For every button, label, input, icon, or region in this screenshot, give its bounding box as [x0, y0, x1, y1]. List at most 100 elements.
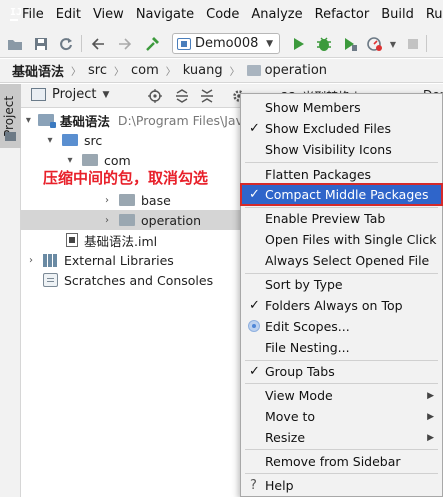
menu-analyze[interactable]: Analyze — [245, 0, 308, 29]
sync-icon[interactable] — [57, 35, 75, 53]
tree-item-com-label: com — [104, 152, 131, 168]
menu-item-folders-always-on-top[interactable]: ✓ Folders Always on Top — [241, 295, 442, 316]
breadcrumb-item-kuang[interactable]: kuang — [183, 63, 223, 78]
menu-item-move-to[interactable]: Move to ▶ — [241, 406, 442, 427]
tree-item-scratches[interactable]: Scratches and Consoles — [21, 270, 243, 290]
back-arrow-icon[interactable] — [89, 35, 107, 53]
chevron-down-icon: ▼ — [266, 38, 273, 49]
menu-item-label: View Mode — [265, 388, 333, 403]
tree-item-iml[interactable]: 基础语法.iml — [21, 230, 243, 250]
tree-item-external-libraries[interactable]: › External Libraries — [21, 250, 243, 270]
tree-item-operation[interactable]: › operation — [21, 210, 243, 230]
menu-item-label: Always Select Opened File — [265, 253, 430, 268]
menu-item-label: File Nesting... — [265, 340, 350, 355]
breadcrumb-item-root[interactable]: 基础语法 — [12, 61, 64, 80]
chevron-down-icon: ▼ — [102, 89, 110, 100]
expand-all-icon[interactable] — [174, 88, 190, 104]
stop-icon[interactable] — [404, 35, 422, 53]
menu-item-label: Resize — [265, 430, 306, 445]
toolbar-divider — [81, 35, 82, 52]
menu-item-label: Help — [265, 478, 294, 493]
menu-item-show-excluded-files[interactable]: ✓ Show Excluded Files — [241, 118, 442, 139]
menu-navigate[interactable]: Navigate — [130, 0, 200, 29]
menu-item-remove-from-sidebar[interactable]: Remove from Sidebar — [241, 451, 442, 472]
open-folder-icon[interactable] — [6, 35, 24, 53]
run-configuration-selector[interactable]: Demo008 ▼ — [172, 33, 280, 54]
checkmark-icon: ✓ — [249, 364, 260, 379]
chevron-right-icon: 〉 — [114, 67, 124, 78]
debug-bug-icon[interactable] — [315, 35, 333, 53]
iml-file-icon — [66, 233, 78, 247]
package-icon — [82, 154, 98, 166]
breadcrumb-item-operation[interactable]: operation — [246, 63, 328, 78]
library-icon — [43, 253, 58, 267]
menu-edit[interactable]: Edit — [50, 0, 87, 29]
toolbar: Demo008 ▼ ▼ — [0, 29, 443, 58]
collapse-all-icon[interactable] — [199, 88, 215, 104]
run-configuration-label: Demo008 — [195, 36, 259, 51]
tree-item-src-label: src — [84, 132, 103, 148]
menu-view[interactable]: View — [87, 0, 130, 29]
menu-separator — [245, 473, 438, 474]
menu-item-edit-scopes[interactable]: Edit Scopes... — [241, 316, 442, 337]
save-icon[interactable] — [32, 35, 50, 53]
breadcrumb-operation-label: operation — [264, 63, 328, 78]
menu-item-label: Folders Always on Top — [265, 298, 403, 313]
menu-item-enable-preview-tab[interactable]: Enable Preview Tab — [241, 208, 442, 229]
tree-item-root[interactable]: ▾ 基础语法 D:\Program Files\Jav — [21, 110, 243, 130]
menu-item-label: Flatten Packages — [265, 167, 372, 182]
menu-item-label: Group Tabs — [265, 364, 335, 379]
breadcrumb-item-com[interactable]: com — [131, 63, 159, 78]
chevron-down-icon: ▾ — [47, 134, 53, 146]
breadcrumb-item-src[interactable]: src — [88, 63, 107, 78]
forward-arrow-icon[interactable] — [116, 35, 134, 53]
menu-item-flatten-packages[interactable]: Flatten Packages — [241, 164, 442, 185]
menu-item-view-mode[interactable]: View Mode ▶ — [241, 385, 442, 406]
annotation-text: 压缩中间的包，取消勾选 — [43, 169, 209, 187]
menu-item-group-tabs[interactable]: ✓ Group Tabs — [241, 361, 442, 382]
menu-item-sort-by-type[interactable]: Sort by Type — [241, 274, 442, 295]
menu-item-show-members[interactable]: Show Members — [241, 97, 442, 118]
more-run-chevron-down-icon[interactable]: ▼ — [384, 35, 402, 53]
menu-item-label: Show Visibility Icons — [265, 142, 392, 157]
checkmark-icon: ✓ — [249, 298, 260, 313]
tree-item-iml-label: 基础语法.iml — [84, 233, 158, 249]
menu-item-show-visibility-icons[interactable]: Show Visibility Icons — [241, 139, 442, 160]
run-icon[interactable] — [290, 35, 308, 53]
menu-item-help[interactable]: ? Help — [241, 475, 442, 496]
tree-item-base[interactable]: › base — [21, 190, 243, 210]
menu-item-open-files-single-click[interactable]: Open Files with Single Click — [241, 229, 442, 250]
menu-item-label: Show Excluded Files — [265, 121, 392, 136]
menu-item-label: Move to — [265, 409, 316, 424]
menu-run[interactable]: Run — [420, 0, 443, 29]
build-hammer-icon[interactable] — [143, 35, 161, 53]
submenu-arrow-icon: ▶ — [427, 432, 434, 443]
locate-file-icon[interactable] — [147, 88, 163, 104]
menu-separator — [245, 162, 438, 163]
menu-item-always-select-opened-file[interactable]: Always Select Opened File — [241, 250, 442, 271]
checkmark-icon: ✓ — [249, 121, 260, 136]
menu-item-file-nesting[interactable]: File Nesting... — [241, 337, 442, 358]
menu-item-label: Sort by Type — [265, 277, 343, 292]
menu-code[interactable]: Code — [200, 0, 245, 29]
source-folder-icon — [62, 134, 78, 146]
project-view-title: Project — [52, 87, 97, 102]
project-view-dropdown[interactable]: Project ▼ — [31, 87, 109, 102]
coverage-icon[interactable] — [341, 35, 359, 53]
menu-item-resize[interactable]: Resize ▶ — [241, 427, 442, 448]
submenu-arrow-icon: ▶ — [427, 390, 434, 401]
tree-item-root-path: D:\Program Files\Jav — [117, 112, 243, 128]
menu-item-label: Edit Scopes... — [265, 319, 350, 334]
chevron-right-icon: 〉 — [165, 67, 176, 78]
menu-item-compact-middle-packages[interactable]: ✓ Compact Middle Packages — [240, 183, 443, 206]
tree-item-src[interactable]: ▾ src — [21, 130, 243, 150]
menu-build[interactable]: Build — [375, 0, 420, 29]
menu-item-label: Compact Middle Packages — [265, 187, 429, 202]
scopes-radio-icon — [248, 320, 260, 332]
folder-icon — [246, 65, 261, 76]
profiler-icon[interactable] — [367, 35, 385, 53]
chevron-right-icon: 〉 — [229, 67, 240, 78]
menu-item-label: Remove from Sidebar — [265, 454, 401, 469]
tree-item-root-label: 基础语法 — [59, 113, 110, 129]
menu-refactor[interactable]: Refactor — [309, 0, 376, 29]
